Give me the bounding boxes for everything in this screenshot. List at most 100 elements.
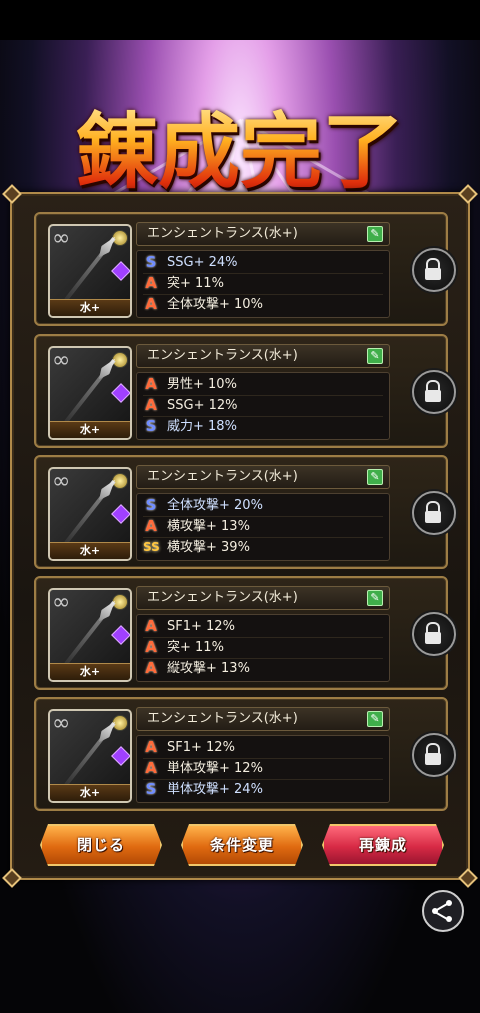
skill-text: 男性+ 10%	[167, 377, 237, 392]
weapon-card[interactable]: ∞ 水+ エンシェントランス(水+) ✎ S SSG+ 24% A 突+ 11% A 全体攻撃+ …	[34, 212, 448, 326]
skill-row: A SF1+ 12%	[143, 737, 383, 759]
skill-row: A SSG+ 12%	[143, 395, 383, 417]
skill-text: 全体攻撃+ 20%	[167, 498, 263, 513]
weapon-card[interactable]: ∞ 水+ エンシェントランス(水+) ✎ A SF1+ 12% A 突+ 11% A 縦攻撃+ 1…	[34, 576, 448, 690]
skill-text: SSG+ 12%	[167, 398, 238, 413]
gem-icon	[111, 504, 130, 524]
skill-text: SSG+ 24%	[167, 255, 238, 270]
skill-list: A SF1+ 12% A 単体攻撃+ 12% S 単体攻撃+ 24%	[136, 735, 390, 803]
skill-list: S SSG+ 24% A 突+ 11% A 全体攻撃+ 10%	[136, 250, 390, 318]
skill-a-icon: A	[145, 396, 157, 414]
skill-row: S 全体攻撃+ 20%	[143, 495, 383, 517]
weapon-thumbnail[interactable]: ∞ 水+	[48, 709, 132, 803]
element-label: 水+	[50, 542, 130, 559]
skill-a-icon: A	[145, 274, 157, 292]
skill-text: 突+ 11%	[167, 640, 224, 655]
swirl-icon: ∞	[52, 590, 71, 615]
weapon-thumbnail[interactable]: ∞ 水+	[48, 346, 132, 440]
skill-s-icon: S	[145, 417, 157, 435]
skill-row: A 縦攻撃+ 13%	[143, 658, 383, 679]
gem-icon	[111, 383, 130, 403]
skill-row: A 横攻撃+ 13%	[143, 516, 383, 538]
skill-list: A 男性+ 10% A SSG+ 12% S 威力+ 18%	[136, 372, 390, 440]
change-conditions-button[interactable]: 条件変更	[181, 824, 303, 866]
skill-row: A 全体攻撃+ 10%	[143, 294, 383, 315]
skill-row: A 突+ 11%	[143, 273, 383, 295]
skill-row: S SSG+ 24%	[143, 252, 383, 274]
weapon-name: エンシェントランス(水+)	[147, 469, 298, 484]
skill-s-icon: S	[145, 253, 157, 271]
gem-icon	[111, 746, 130, 766]
skill-a-icon: A	[145, 659, 157, 677]
skill-s-icon: S	[145, 496, 157, 514]
weapon-name-bar: エンシェントランス(水+) ✎	[136, 344, 390, 368]
weapon-name-bar: エンシェントランス(水+) ✎	[136, 707, 390, 731]
skill-text: SF1+ 12%	[167, 619, 235, 634]
lock-toggle-button[interactable]	[412, 370, 456, 414]
status-bar	[0, 0, 480, 40]
weapon-card[interactable]: ∞ 水+ エンシェントランス(水+) ✎ A 男性+ 10% A SSG+ 12% S 威力+ 1…	[34, 334, 448, 448]
skill-row: A SF1+ 12%	[143, 616, 383, 638]
skill-ss-icon: SS	[143, 540, 160, 554]
swirl-icon: ∞	[52, 348, 71, 373]
element-label: 水+	[50, 663, 130, 680]
element-label: 水+	[50, 299, 130, 316]
skill-list: A SF1+ 12% A 突+ 11% A 縦攻撃+ 13%	[136, 614, 390, 682]
weapon-name: エンシェントランス(水+)	[147, 590, 298, 605]
skill-list: S 全体攻撃+ 20% A 横攻撃+ 13% SS 横攻撃+ 39%	[136, 493, 390, 561]
gem-icon	[111, 625, 130, 645]
weapon-name: エンシェントランス(水+)	[147, 348, 298, 363]
weapon-thumbnail[interactable]: ∞ 水+	[48, 467, 132, 561]
skill-text: 横攻撃+ 39%	[167, 540, 250, 555]
skill-a-icon: A	[145, 638, 157, 656]
edit-icon[interactable]: ✎	[367, 469, 383, 485]
skill-a-icon: A	[145, 517, 157, 535]
skill-a-icon: A	[145, 617, 157, 635]
skill-text: SF1+ 12%	[167, 740, 235, 755]
skill-s-icon: S	[145, 780, 157, 798]
skill-row: S 単体攻撃+ 24%	[143, 779, 383, 800]
skill-row: SS 横攻撃+ 39%	[143, 537, 383, 558]
share-button[interactable]	[422, 890, 464, 932]
skill-a-icon: A	[145, 738, 157, 756]
skill-text: 突+ 11%	[167, 276, 224, 291]
close-button[interactable]: 閉じる	[40, 824, 162, 866]
gem-icon	[111, 261, 130, 281]
weapon-card[interactable]: ∞ 水+ エンシェントランス(水+) ✎ S 全体攻撃+ 20% A 横攻撃+ 13% SS 横攻…	[34, 455, 448, 569]
skill-row: S 威力+ 18%	[143, 416, 383, 437]
edit-icon[interactable]: ✎	[367, 711, 383, 727]
weapon-thumbnail[interactable]: ∞ 水+	[48, 588, 132, 682]
weapon-name: エンシェントランス(水+)	[147, 711, 298, 726]
skill-text: 単体攻撃+ 24%	[167, 782, 263, 797]
skill-a-icon: A	[145, 759, 157, 777]
skill-text: 全体攻撃+ 10%	[167, 297, 263, 312]
weapon-name-bar: エンシェントランス(水+) ✎	[136, 465, 390, 489]
skill-text: 横攻撃+ 13%	[167, 519, 250, 534]
skill-a-icon: A	[145, 295, 157, 313]
skill-a-icon: A	[145, 375, 157, 393]
skill-row: A 男性+ 10%	[143, 374, 383, 396]
skill-row: A 単体攻撃+ 12%	[143, 758, 383, 780]
weapon-thumbnail[interactable]: ∞ 水+	[48, 224, 132, 318]
lock-toggle-button[interactable]	[412, 733, 456, 777]
reforge-button[interactable]: 再錬成	[322, 824, 444, 866]
element-label: 水+	[50, 421, 130, 438]
weapon-name: エンシェントランス(水+)	[147, 226, 298, 241]
edit-icon[interactable]: ✎	[367, 590, 383, 606]
weapon-name-bar: エンシェントランス(水+) ✎	[136, 222, 390, 246]
swirl-icon: ∞	[52, 226, 71, 251]
edit-icon[interactable]: ✎	[367, 226, 383, 242]
lock-toggle-button[interactable]	[412, 248, 456, 292]
element-label: 水+	[50, 784, 130, 801]
lock-toggle-button[interactable]	[412, 491, 456, 535]
weapon-name-bar: エンシェントランス(水+) ✎	[136, 586, 390, 610]
skill-row: A 突+ 11%	[143, 637, 383, 659]
swirl-icon: ∞	[52, 711, 71, 736]
skill-text: 単体攻撃+ 12%	[167, 761, 263, 776]
swirl-icon: ∞	[52, 469, 71, 494]
skill-text: 縦攻撃+ 13%	[167, 661, 250, 676]
edit-icon[interactable]: ✎	[367, 348, 383, 364]
lock-toggle-button[interactable]	[412, 612, 456, 656]
weapon-card[interactable]: ∞ 水+ エンシェントランス(水+) ✎ A SF1+ 12% A 単体攻撃+ 12% S 単体攻…	[34, 697, 448, 811]
skill-text: 威力+ 18%	[167, 419, 237, 434]
